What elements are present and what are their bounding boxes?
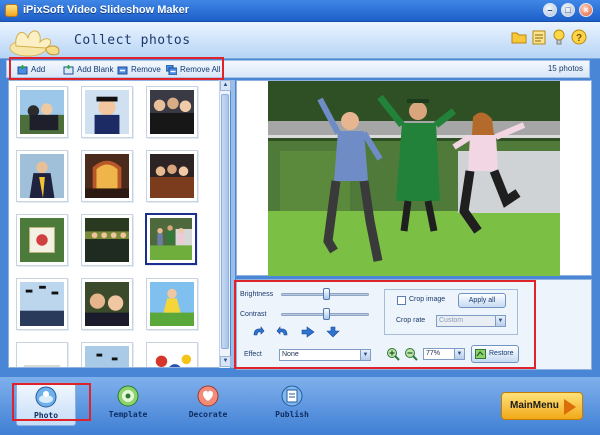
add-blank-label: Add Blank <box>77 65 114 74</box>
photo-thumbnail-5[interactable] <box>81 150 133 202</box>
brightness-slider-knob[interactable] <box>323 288 330 300</box>
add-label: Add <box>31 65 46 74</box>
chevron-down-icon: ▼ <box>495 316 505 326</box>
app-icon <box>5 4 18 17</box>
crop-image-label: Crop image <box>409 296 446 303</box>
apply-all-button[interactable]: Apply all <box>458 293 506 308</box>
photo-thumbnail-9[interactable] <box>145 213 197 265</box>
add-photo-icon <box>17 64 28 74</box>
photo-icon <box>35 386 57 408</box>
main-menu-label: MainMenu <box>510 400 559 411</box>
restore-icon <box>475 349 486 359</box>
maximize-button[interactable]: □ <box>561 3 575 17</box>
brightness-label: Brightness <box>240 291 274 298</box>
restore-label: Restore <box>489 350 514 357</box>
contrast-slider[interactable] <box>281 308 369 320</box>
nav-decorate[interactable]: Decorate <box>178 382 238 426</box>
add-blank-icon <box>63 64 74 74</box>
publish-icon <box>281 385 303 407</box>
page-title: Collect photos <box>74 33 191 48</box>
photo-list <box>8 80 230 368</box>
photo-thumbnail-11[interactable] <box>81 278 133 330</box>
photo-thumbnail-14[interactable] <box>81 342 133 367</box>
zoom-out-icon[interactable] <box>404 347 418 361</box>
brightness-slider[interactable] <box>281 288 369 300</box>
remove-label: Remove <box>131 65 161 74</box>
contrast-slider-knob[interactable] <box>323 308 330 320</box>
close-button[interactable]: × <box>579 3 593 17</box>
nav-publish[interactable]: Publish <box>262 382 322 426</box>
preview-image <box>268 81 560 276</box>
photo-thumbnail-12[interactable] <box>146 278 198 330</box>
remove-all-icon <box>166 64 177 75</box>
photo-list-scrollbar[interactable]: ▲ ▼ <box>219 80 231 368</box>
folder-icon[interactable] <box>510 28 528 46</box>
effect-label: Effect <box>244 351 262 358</box>
effect-select[interactable]: None ▼ <box>279 349 371 361</box>
photo-toolbar: Add Add Blank Remove Remove All 15 photo… <box>6 60 590 78</box>
decorate-icon <box>197 385 219 407</box>
main-menu-button[interactable]: MainMenu <box>501 392 583 420</box>
scroll-up-icon[interactable]: ▲ <box>220 80 231 91</box>
logo-icon <box>9 30 60 57</box>
window-title: iPixSoft Video Slideshow Maker <box>23 4 190 16</box>
photo-thumbnail-4[interactable] <box>16 150 68 202</box>
add-button[interactable]: Add <box>17 63 45 76</box>
photo-thumbnail-13[interactable] <box>16 342 68 367</box>
title-bar: iPixSoft Video Slideshow Maker – □ × <box>0 0 600 22</box>
crop-rate-select[interactable]: Custom ▼ <box>436 315 506 327</box>
list-icon[interactable] <box>530 28 548 46</box>
add-blank-button[interactable]: Add Blank <box>63 63 113 76</box>
crop-image-checkbox[interactable] <box>397 296 406 305</box>
chevron-down-icon: ▼ <box>454 349 464 359</box>
remove-photo-icon <box>117 66 128 74</box>
minimize-button[interactable]: – <box>543 3 557 17</box>
nav-photo[interactable]: Photo <box>16 382 76 426</box>
svg-text:?: ? <box>576 33 582 44</box>
photo-thumbnail-2[interactable] <box>81 86 133 138</box>
zoom-value: 77% <box>426 350 441 357</box>
nav-template-label: Template <box>108 410 148 419</box>
chevron-down-icon: ▼ <box>360 350 370 360</box>
photo-thumbnail-8[interactable] <box>81 214 133 266</box>
crop-rate-label: Crop rate <box>396 317 426 324</box>
flip-vertical-icon[interactable] <box>326 326 340 338</box>
nav-publish-label: Publish <box>275 410 309 419</box>
panel-splitter[interactable] <box>231 80 235 368</box>
remove-all-label: Remove All <box>180 65 221 74</box>
scroll-thumb[interactable] <box>221 94 229 349</box>
nav-decorate-label: Decorate <box>188 410 228 419</box>
template-icon <box>117 385 139 407</box>
photo-thumbnail-6[interactable] <box>146 150 198 202</box>
rotate-right-icon[interactable] <box>276 326 290 338</box>
photo-count: 15 photos <box>547 64 583 73</box>
zoom-in-icon[interactable] <box>386 347 400 361</box>
zoom-select[interactable]: 77% ▼ <box>423 348 465 360</box>
remove-button[interactable]: Remove <box>117 63 161 76</box>
photo-thumbnail-1[interactable] <box>16 86 68 138</box>
photo-thumbnail-7[interactable] <box>16 214 68 266</box>
remove-all-button[interactable]: Remove All <box>166 63 220 76</box>
help-icon[interactable]: ? <box>570 28 588 46</box>
arrow-right-icon <box>564 399 576 415</box>
nav-photo-label: Photo <box>33 411 59 420</box>
effect-value: None <box>282 351 299 358</box>
photo-preview <box>236 80 592 276</box>
flip-horizontal-icon[interactable] <box>301 326 315 338</box>
contrast-label: Contrast <box>240 311 267 318</box>
rotate-left-icon[interactable] <box>251 326 265 338</box>
restore-button[interactable]: Restore <box>471 345 519 363</box>
photo-thumbnail-10[interactable] <box>16 278 68 330</box>
header: Collect photos ? <box>0 22 600 59</box>
photo-thumbnail-3[interactable] <box>146 86 198 138</box>
crop-rate-value: Custom <box>439 317 464 324</box>
light-bulb-icon[interactable] <box>550 28 568 46</box>
scroll-down-icon[interactable]: ▼ <box>220 356 231 367</box>
nav-template[interactable]: Template <box>98 382 158 426</box>
photo-thumbnail-15[interactable] <box>146 342 198 367</box>
